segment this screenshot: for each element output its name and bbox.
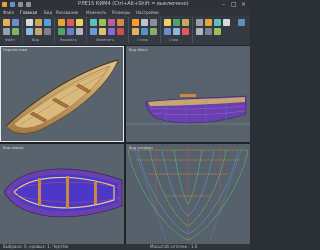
status-bar: Выбрано: 0, кривых: 1, Чертёж Масштаб се… <box>0 244 250 250</box>
tab-settings[interactable]: Настройки <box>136 10 159 15</box>
line-tool-icon[interactable] <box>58 19 65 26</box>
surface-tool-icon[interactable] <box>58 28 65 35</box>
status-selection: Выбрано: 0, кривых: 1, Чертёж <box>3 244 69 249</box>
fillet-icon[interactable] <box>99 28 106 35</box>
zoom-icon[interactable] <box>26 19 33 26</box>
maximize-icon[interactable]: □ <box>231 1 237 8</box>
viewport-label: Вид сбоку <box>129 48 148 52</box>
group-label-view: Вид <box>32 38 40 42</box>
viewport-top[interactable]: Вид сверху <box>0 144 124 244</box>
viewport-label: Вид спереди <box>129 146 153 150</box>
lineweight-icon[interactable] <box>150 19 157 26</box>
delete-icon[interactable] <box>117 28 124 35</box>
title-bar: РЛЕ15 КИМ4 (Ctrl+Alt+Shift = выключено) … <box>0 0 250 9</box>
trim-icon[interactable] <box>117 19 124 26</box>
redo-icon[interactable] <box>26 2 31 7</box>
layer-manager-icon[interactable] <box>164 28 171 35</box>
properties-icon[interactable] <box>196 28 203 35</box>
separator <box>54 17 55 43</box>
separator <box>160 17 161 43</box>
tab-dimensions[interactable]: Размеры <box>112 10 130 15</box>
style-icon[interactable] <box>141 28 148 35</box>
help-icon[interactable] <box>238 19 245 26</box>
linetype-icon[interactable] <box>141 19 148 26</box>
ortho-icon[interactable] <box>214 19 221 26</box>
separator <box>86 17 87 43</box>
mirror-icon[interactable] <box>108 19 115 26</box>
group-label-draw: Рисовать <box>60 38 77 42</box>
curve-tool-icon[interactable] <box>67 19 74 26</box>
undo-icon[interactable] <box>18 2 23 7</box>
viewport-front[interactable]: Вид спереди <box>126 144 250 244</box>
rotate-view-icon[interactable] <box>44 19 51 26</box>
status-scale: Масштаб сеточки : 1.0 <box>150 244 198 249</box>
pan-icon[interactable] <box>35 19 42 26</box>
list-icon[interactable] <box>214 28 221 35</box>
ribbon-toolbar: Файл Главная Вид Рисование Изменить Разм… <box>0 9 250 46</box>
offset-icon[interactable] <box>108 28 115 35</box>
layer-freeze-icon[interactable] <box>173 28 180 35</box>
viewport-label: Вид сверху <box>3 146 24 150</box>
wireframe-icon[interactable] <box>44 28 51 35</box>
layer-icon[interactable] <box>164 19 171 26</box>
layer-on-icon[interactable] <box>173 19 180 26</box>
print-icon[interactable] <box>3 28 10 35</box>
separator <box>22 17 23 43</box>
hatch-icon[interactable] <box>150 28 157 35</box>
front-view-drawing <box>127 147 249 242</box>
grid-icon[interactable] <box>196 19 203 26</box>
group-label-file: Файл <box>5 38 15 42</box>
shading-icon[interactable] <box>35 28 42 35</box>
tab-home[interactable]: Главная <box>20 10 37 15</box>
view-cube-icon[interactable] <box>26 28 33 35</box>
tab-file[interactable]: Файл <box>3 10 14 15</box>
color-icon[interactable] <box>132 19 139 26</box>
layer-lock-icon[interactable] <box>182 19 189 26</box>
close-icon[interactable]: × <box>241 1 246 8</box>
app-logo-icon <box>2 2 7 7</box>
perspective-boat-drawing <box>5 59 119 134</box>
measure-icon[interactable] <box>223 19 230 26</box>
separator <box>192 17 193 43</box>
layer-color-icon[interactable] <box>182 28 189 35</box>
save-icon[interactable] <box>10 2 15 7</box>
open-file-icon[interactable] <box>3 19 10 26</box>
group-label-layers: Слои <box>169 38 179 42</box>
ribbon-tabs: Файл Главная Вид Рисование Изменить Разм… <box>0 9 250 16</box>
group-label-style: Стиль <box>137 38 149 42</box>
window-title: РЛЕ15 КИМ4 (Ctrl+Alt+Shift = выключено) <box>78 1 189 7</box>
top-view-drawing <box>0 168 124 218</box>
polyline-tool-icon[interactable] <box>67 28 74 35</box>
minimize-icon[interactable]: – <box>222 1 225 8</box>
viewport-perspective[interactable]: Перспектива <box>0 46 124 142</box>
tab-draw[interactable]: Рисование <box>56 10 78 15</box>
snap-icon[interactable] <box>205 19 212 26</box>
viewport-label: Перспектива <box>3 48 28 52</box>
copy-icon[interactable] <box>99 19 106 26</box>
viewport-side[interactable]: Вид сбоку <box>126 46 250 142</box>
group-label-modify: Изменить <box>96 38 114 42</box>
point-tool-icon[interactable] <box>76 19 83 26</box>
scale-icon[interactable] <box>90 28 97 35</box>
export-icon[interactable] <box>12 28 19 35</box>
separator <box>128 17 129 43</box>
save-file-icon[interactable] <box>12 19 19 26</box>
tab-modify[interactable]: Изменить <box>86 10 107 15</box>
side-view-drawing <box>126 94 250 126</box>
text-tool-icon[interactable] <box>76 28 83 35</box>
calculator-icon[interactable] <box>205 28 212 35</box>
match-props-icon[interactable] <box>132 28 139 35</box>
move-icon[interactable] <box>90 19 97 26</box>
tab-view[interactable]: Вид <box>44 10 52 15</box>
